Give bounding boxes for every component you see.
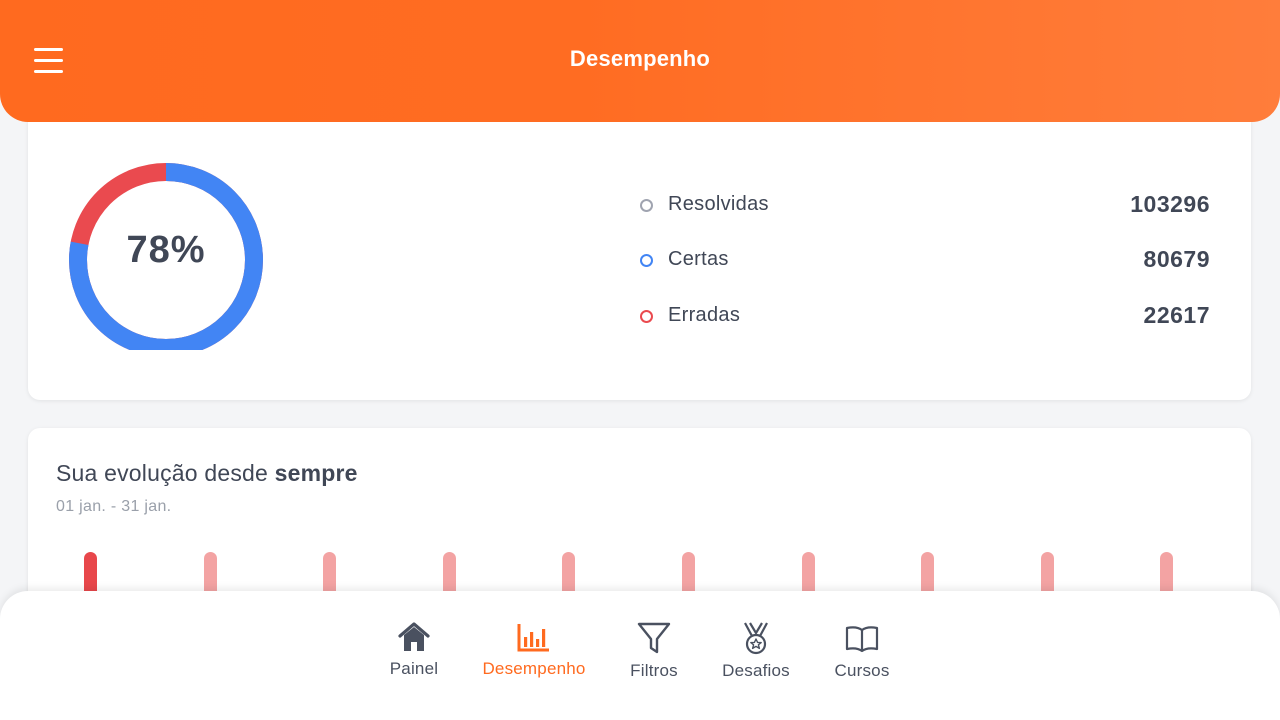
stat-row-resolvidas: Resolvidas 103296	[640, 191, 1210, 221]
stat-label: Certas	[668, 248, 729, 270]
stat-value: 103296	[1130, 191, 1210, 217]
bottom-navigation: Painel Desempenho Filtros Desafios Curso…	[0, 591, 1280, 720]
evolution-title-bold: sempre	[274, 460, 358, 486]
evolution-title: Sua evolução desde sempre	[56, 460, 358, 487]
nav-item-desempenho[interactable]: Desempenho	[478, 621, 590, 679]
page-title: Desempenho	[569, 46, 711, 71]
bar-chart-icon	[517, 624, 549, 652]
stat-row-certas: Certas 80679	[640, 246, 1210, 276]
book-icon	[845, 626, 879, 653]
accuracy-percentage: 78%	[126, 228, 206, 271]
stat-value: 22617	[1143, 302, 1210, 328]
nav-item-desafios[interactable]: Desafios	[718, 621, 794, 681]
stat-value: 80679	[1143, 246, 1210, 272]
app-header: Desempenho	[0, 0, 1280, 122]
medal-icon	[744, 622, 768, 655]
certas-dot-icon	[640, 254, 653, 267]
nav-label-desafios: Desafios	[722, 661, 790, 680]
erradas-dot-icon	[640, 310, 653, 323]
evolution-title-prefix: Sua evolução desde	[56, 460, 275, 486]
stat-row-erradas: Erradas 22617	[640, 302, 1210, 332]
nav-item-cursos[interactable]: Cursos	[830, 621, 894, 681]
home-icon	[398, 622, 430, 651]
nav-label-filtros: Filtros	[630, 661, 678, 680]
stat-label: Erradas	[668, 304, 741, 326]
filter-icon	[637, 622, 671, 654]
nav-item-painel[interactable]: Painel	[388, 621, 440, 679]
nav-item-filtros[interactable]: Filtros	[626, 621, 682, 681]
nav-label-painel: Painel	[389, 659, 439, 678]
evolution-period: 01 jan. - 31 jan.	[56, 498, 172, 515]
resolvidas-dot-icon	[640, 199, 653, 212]
nav-label-desempenho: Desempenho	[482, 659, 586, 678]
nav-label-cursos: Cursos	[834, 661, 890, 680]
performance-summary-card: 78% Resolvidas 103296 Certas 80679 Errad…	[28, 110, 1251, 400]
stat-label: Resolvidas	[668, 193, 769, 215]
